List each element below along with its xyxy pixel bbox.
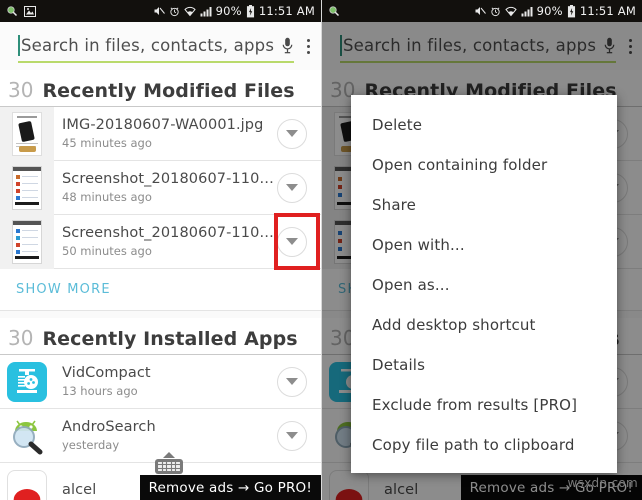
alarm-icon [169, 6, 180, 17]
file-timestamp: 45 minutes ago [62, 136, 152, 150]
image-notification-icon [24, 5, 36, 17]
battery-charging-icon [567, 4, 576, 18]
document-photo-thumbnail [12, 111, 42, 156]
microphone-icon[interactable] [281, 37, 294, 54]
clock: 11:51 AM [579, 4, 636, 18]
context-menu[interactable]: Delete Open containing folder Share Open… [351, 95, 617, 473]
text-caret [18, 34, 20, 56]
menu-item-delete[interactable]: Delete [351, 105, 617, 145]
signal-icon [521, 6, 533, 17]
show-more-button[interactable]: SHOW MORE [0, 269, 321, 311]
wifi-icon [504, 6, 517, 17]
battery-percent: 90% [215, 4, 242, 18]
file-name: IMG-20180607-WA0001.jpg [62, 117, 264, 133]
row-expand-button[interactable] [277, 420, 307, 451]
file-thumbnail [0, 214, 54, 269]
app-info: AndroSearch yesterday [54, 419, 277, 452]
table-row[interactable]: IMG-20180607-WA0001.jpg 45 minutes ago [0, 106, 321, 161]
app-timestamp: 13 hours ago [62, 384, 138, 398]
menu-item-exclude-from-results[interactable]: Exclude from results [PRO] [351, 385, 617, 425]
alarm-icon [490, 6, 501, 17]
search-bar-left: Search in files, contacts, apps [0, 22, 321, 70]
row-expand-button[interactable] [277, 118, 307, 149]
file-timestamp: 48 minutes ago [62, 190, 152, 204]
search-placeholder: Search in files, contacts, apps [21, 35, 275, 55]
list-item[interactable]: VidCompact 13 hours ago [0, 355, 321, 409]
menu-item-open-with[interactable]: Open with... [351, 225, 617, 265]
alcel-app-icon [7, 469, 47, 500]
mute-icon [153, 5, 165, 17]
status-bar-notifications [6, 5, 36, 17]
status-bar-left: 90% 11:51 AM [0, 0, 321, 22]
file-timestamp: 50 minutes ago [62, 244, 152, 258]
search-notification-icon [328, 5, 340, 17]
right-panel: 90% 11:51 AM Search in files, contacts, … [321, 0, 642, 500]
file-thumbnail [0, 160, 54, 215]
screenshot-thumbnail [12, 219, 42, 264]
battery-percent: 90% [536, 4, 563, 18]
row-expand-button[interactable] [277, 172, 307, 203]
vidcompact-app-icon [7, 361, 47, 402]
status-bar-notifications [328, 5, 340, 17]
status-bar-indicators: 90% 11:51 AM [474, 4, 636, 18]
app-timestamp: yesterday [62, 438, 120, 452]
table-row[interactable]: Screenshot_20180607-110015.png 50 minute… [0, 213, 321, 270]
file-info: IMG-20180607-WA0001.jpg 45 minutes ago [54, 117, 277, 150]
menu-item-add-desktop-shortcut[interactable]: Add desktop shortcut [351, 305, 617, 345]
file-name: Screenshot_20180607-110015.png [62, 225, 277, 241]
menu-item-copy-file-path-to-clipboard[interactable]: Copy file path to clipboard [351, 425, 617, 465]
section-header-recently-installed-apps: 30 Recently Installed Apps [0, 318, 321, 355]
status-bar-right: 90% 11:51 AM [322, 0, 642, 22]
status-bar-indicators: 90% 11:51 AM [153, 4, 315, 18]
file-info: Screenshot_20180607-110015.png 50 minute… [54, 225, 277, 258]
menu-item-details[interactable]: Details [351, 345, 617, 385]
chevron-down-icon [286, 432, 298, 439]
row-expand-button[interactable] [277, 226, 307, 257]
file-info: Screenshot_20180607-110227.png 48 minute… [54, 171, 277, 204]
signal-icon [200, 6, 212, 17]
section-title: Recently Installed Apps [42, 328, 298, 350]
app-name: AndroSearch [62, 419, 156, 435]
section-count: 30 [8, 78, 34, 102]
section-spacer [0, 311, 321, 318]
search-notification-icon [6, 5, 18, 17]
table-row[interactable]: Screenshot_20180607-110227.png 48 minute… [0, 160, 321, 215]
search-input[interactable]: Search in files, contacts, apps [18, 29, 295, 63]
section-header-recently-modified-files: 30 Recently Modified Files [0, 70, 321, 107]
left-panel: 90% 11:51 AM Search in files, contacts, … [0, 0, 321, 500]
keyboard-collapse-arrow-icon [163, 452, 175, 458]
section-count: 30 [8, 326, 34, 350]
chevron-down-icon [286, 130, 298, 137]
clock: 11:51 AM [258, 4, 315, 18]
androsearch-app-icon [7, 416, 47, 456]
section-title: Recently Modified Files [42, 80, 295, 102]
ad-banner-text: Remove ads → Go PRO! [148, 479, 312, 496]
chevron-down-icon [286, 184, 298, 191]
mute-icon [474, 5, 486, 17]
keyboard-icon[interactable] [154, 452, 184, 474]
menu-item-open-as[interactable]: Open as... [351, 265, 617, 305]
dual-screenshot-container: 90% 11:51 AM Search in files, contacts, … [0, 0, 642, 500]
file-name: Screenshot_20180607-110227.png [62, 171, 277, 187]
keyboard-keys [155, 459, 183, 474]
file-thumbnail [0, 106, 54, 161]
app-info: VidCompact 13 hours ago [54, 365, 277, 398]
app-name: VidCompact [62, 365, 151, 381]
screenshot-thumbnail [12, 165, 42, 210]
overflow-menu-icon[interactable] [302, 27, 315, 65]
ad-banner[interactable]: Remove ads → Go PRO! [139, 475, 321, 500]
menu-item-share[interactable]: Share [351, 185, 617, 225]
chevron-down-icon [286, 238, 298, 245]
watermark: wsxdn.com [567, 476, 638, 490]
battery-charging-icon [246, 4, 255, 18]
wifi-icon [183, 6, 196, 17]
row-expand-button[interactable] [277, 366, 307, 397]
menu-item-open-containing-folder[interactable]: Open containing folder [351, 145, 617, 185]
chevron-down-icon [286, 378, 298, 385]
